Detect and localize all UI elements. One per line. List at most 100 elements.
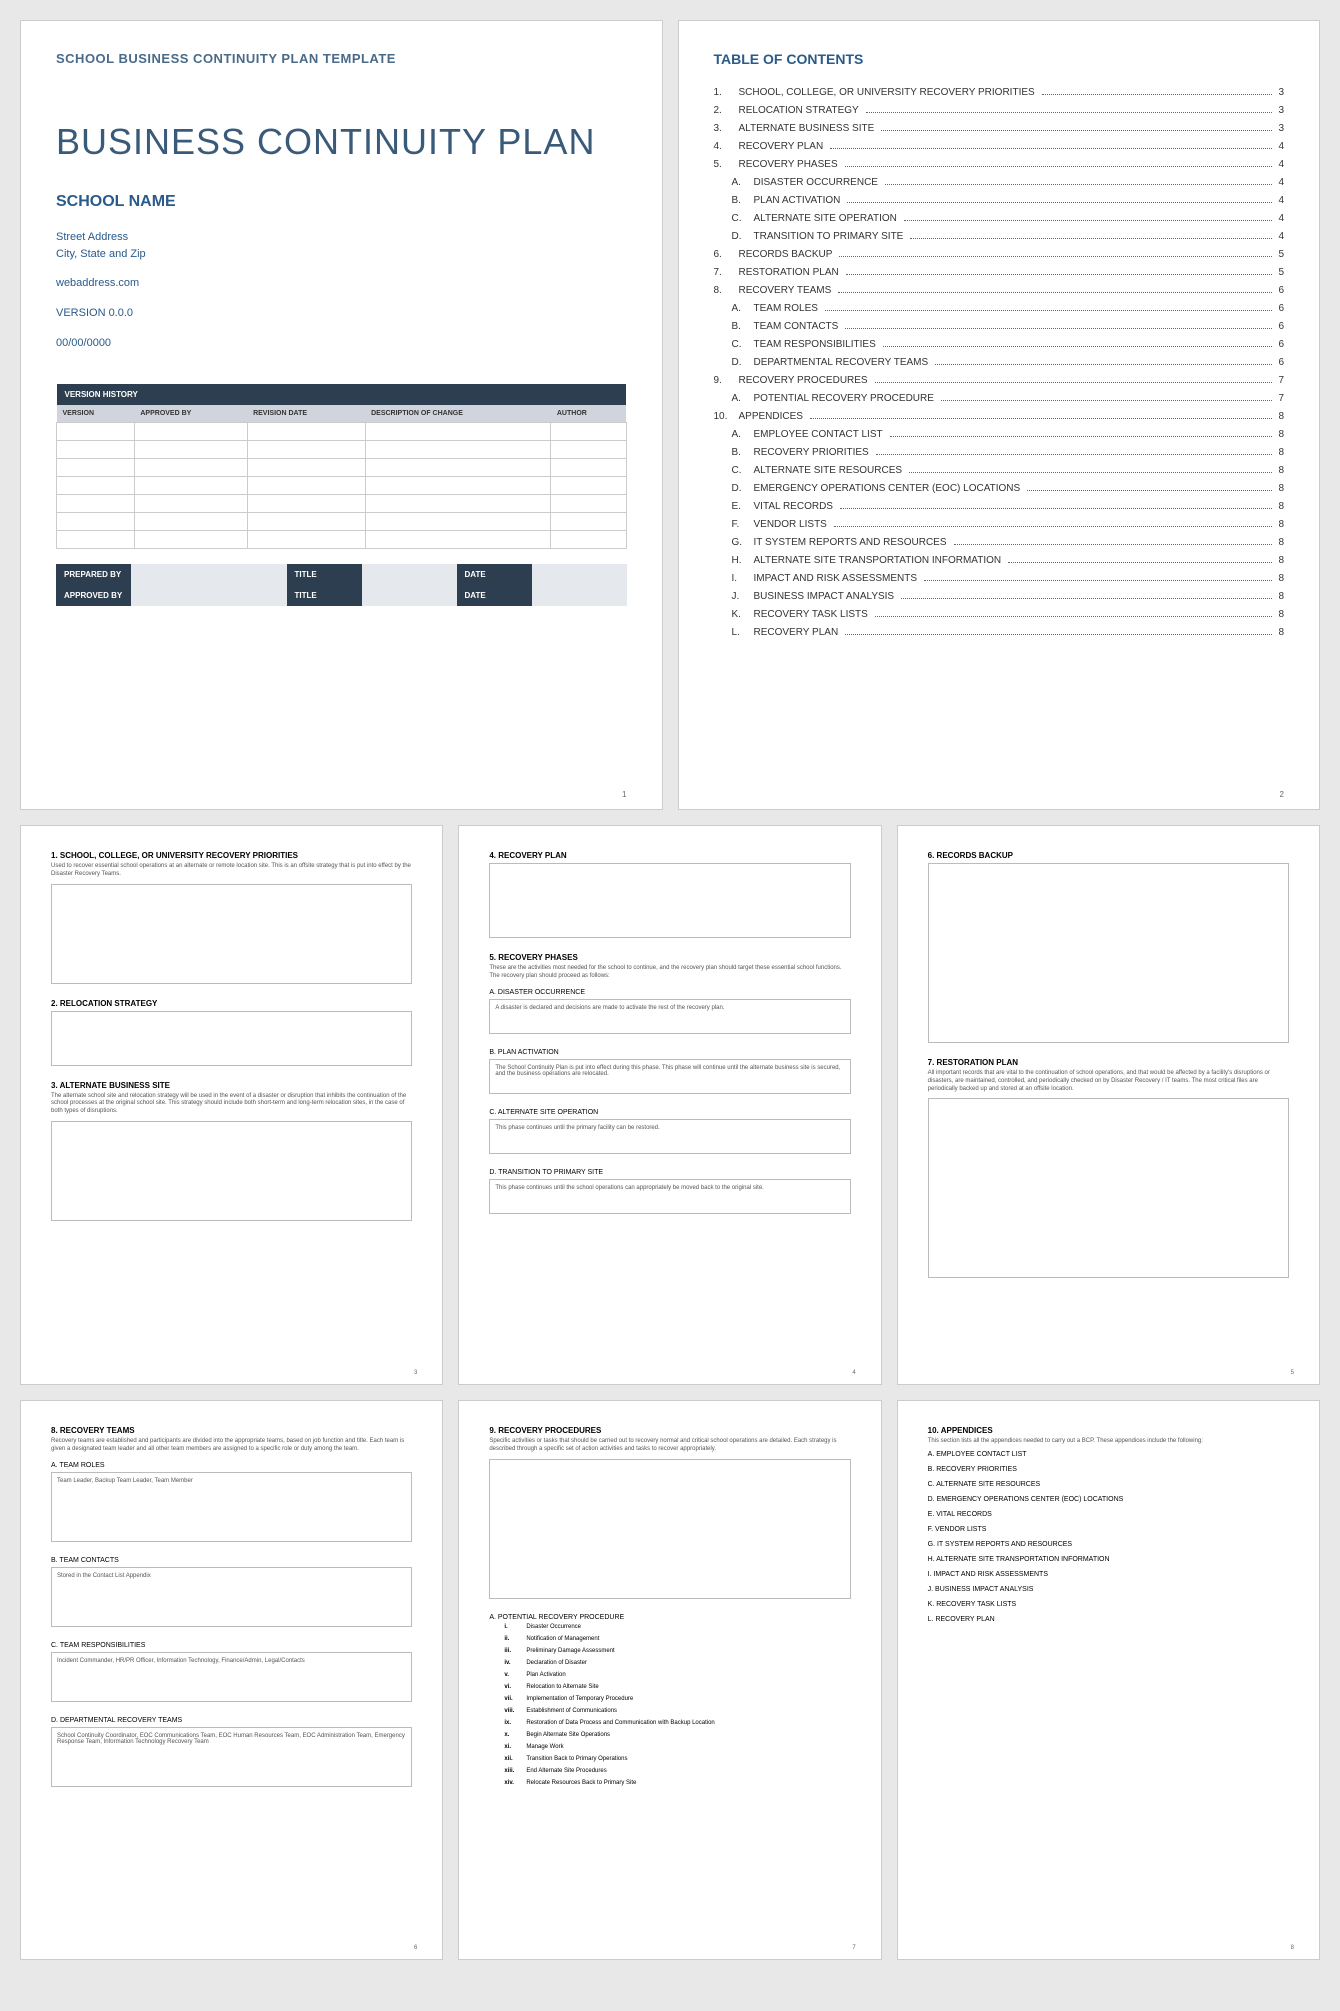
section-5-desc: These are the activities most needed for… bbox=[489, 965, 850, 981]
page-toc: TABLE OF CONTENTS 1.SCHOOL, COLLEGE, OR … bbox=[678, 20, 1321, 810]
section-8-desc: Recovery teams are established and parti… bbox=[51, 1438, 412, 1454]
toc-page: 3 bbox=[1275, 105, 1284, 116]
section-6-box bbox=[928, 863, 1289, 1043]
step-num: xiv. bbox=[504, 1780, 526, 1786]
step-text: Transition Back to Primary Operations bbox=[526, 1756, 627, 1762]
step-num: iii. bbox=[504, 1648, 526, 1654]
toc-label: RECOVERY TEAMS bbox=[739, 285, 836, 296]
toc-item: 6.RECORDS BACKUP5 bbox=[714, 249, 1285, 260]
toc-label: ALTERNATE SITE OPERATION bbox=[754, 213, 901, 224]
phase-b-box: The School Continuity Plan is put into e… bbox=[489, 1059, 850, 1094]
toc-label: APPENDICES bbox=[739, 411, 807, 422]
toc-dots bbox=[890, 436, 1273, 437]
sig-approved-value bbox=[131, 585, 287, 606]
toc-label: DISASTER OCCURRENCE bbox=[754, 177, 882, 188]
toc-item: D.TRANSITION TO PRIMARY SITE4 bbox=[714, 231, 1285, 242]
version-label: VERSION 0.0.0 bbox=[56, 307, 627, 319]
toc-num: H. bbox=[714, 555, 754, 566]
toc-item: 4.RECOVERY PLAN4 bbox=[714, 141, 1285, 152]
toc-num: D. bbox=[714, 231, 754, 242]
toc-page: 4 bbox=[1275, 213, 1284, 224]
page-number: 5 bbox=[1291, 1370, 1294, 1376]
sig-date-label2: DATE bbox=[457, 585, 532, 606]
toc-page: 4 bbox=[1275, 141, 1284, 152]
team-b-box: Stored in the Contact List Appendix bbox=[51, 1567, 412, 1627]
toc-num: K. bbox=[714, 609, 754, 620]
section-5-title: 5. RECOVERY PHASES bbox=[489, 953, 850, 962]
toc-label: RECORDS BACKUP bbox=[739, 249, 837, 260]
sig-date-value2 bbox=[532, 585, 627, 606]
toc-item: A.EMPLOYEE CONTACT LIST8 bbox=[714, 429, 1285, 440]
toc-page: 5 bbox=[1275, 249, 1284, 260]
toc-label: SCHOOL, COLLEGE, OR UNIVERSITY RECOVERY … bbox=[739, 87, 1039, 98]
toc-page: 8 bbox=[1275, 501, 1284, 512]
toc-num: B. bbox=[714, 321, 754, 332]
toc-dots bbox=[941, 400, 1273, 401]
toc-num: 9. bbox=[714, 375, 739, 386]
step-text: Implementation of Temporary Procedure bbox=[526, 1696, 633, 1702]
step-num: v. bbox=[504, 1672, 526, 1678]
step-num: xii. bbox=[504, 1756, 526, 1762]
toc-item: A.POTENTIAL RECOVERY PROCEDURE7 bbox=[714, 393, 1285, 404]
toc-item: L.RECOVERY PLAN8 bbox=[714, 627, 1285, 638]
section-10-desc: This section lists all the appendices ne… bbox=[928, 1438, 1289, 1446]
phase-a-box: A disaster is declared and decisions are… bbox=[489, 999, 850, 1034]
toc-page: 6 bbox=[1275, 321, 1284, 332]
toc-num: I. bbox=[714, 573, 754, 584]
toc-num: 8. bbox=[714, 285, 739, 296]
toc-label: TEAM ROLES bbox=[754, 303, 822, 314]
toc-page: 8 bbox=[1275, 483, 1284, 494]
toc-page: 8 bbox=[1275, 537, 1284, 548]
toc-dots bbox=[909, 472, 1272, 473]
toc-label: ALTERNATE SITE RESOURCES bbox=[754, 465, 907, 476]
toc-dots bbox=[1042, 94, 1273, 95]
toc-num: B. bbox=[714, 447, 754, 458]
step-text: Relocation to Alternate Site bbox=[526, 1684, 598, 1690]
address-line1: Street Address bbox=[56, 229, 627, 246]
toc-item: C.ALTERNATE SITE OPERATION4 bbox=[714, 213, 1285, 224]
toc-page: 4 bbox=[1275, 231, 1284, 242]
toc-dots bbox=[1008, 562, 1272, 563]
appendix-item: A. EMPLOYEE CONTACT LIST bbox=[928, 1451, 1289, 1458]
toc-dots bbox=[830, 148, 1272, 149]
appendix-item: L. RECOVERY PLAN bbox=[928, 1616, 1289, 1623]
section-3-desc: The alternate school site and relocation… bbox=[51, 1093, 412, 1116]
toc-num: F. bbox=[714, 519, 754, 530]
team-c-title: C. TEAM RESPONSIBILITIES bbox=[51, 1642, 412, 1649]
toc-dots bbox=[881, 130, 1272, 131]
step-num: x. bbox=[504, 1732, 526, 1738]
toc-label: RECOVERY TASK LISTS bbox=[754, 609, 872, 620]
main-title: BUSINESS CONTINUITY PLAN bbox=[56, 121, 627, 163]
toc-dots bbox=[834, 526, 1273, 527]
procedure-step: vii.Implementation of Temporary Procedur… bbox=[504, 1696, 850, 1702]
toc-page: 8 bbox=[1275, 519, 1284, 530]
step-num: xi. bbox=[504, 1744, 526, 1750]
toc-num: A. bbox=[714, 303, 754, 314]
toc-dots bbox=[876, 454, 1273, 455]
section-2-box bbox=[51, 1011, 412, 1066]
sig-title-label: TITLE bbox=[287, 564, 362, 585]
toc-page: 8 bbox=[1275, 465, 1284, 476]
toc-page: 8 bbox=[1275, 627, 1284, 638]
toc-dots bbox=[954, 544, 1273, 545]
toc-item: E.VITAL RECORDS8 bbox=[714, 501, 1285, 512]
address-line2: City, State and Zip bbox=[56, 246, 627, 263]
toc-dots bbox=[883, 346, 1273, 347]
sig-prepared-label: PREPARED BY bbox=[56, 564, 131, 585]
section-9-desc: Specific activities or tasks that should… bbox=[489, 1438, 850, 1454]
toc-item: D.DEPARTMENTAL RECOVERY TEAMS6 bbox=[714, 357, 1285, 368]
team-a-title: A. TEAM ROLES bbox=[51, 1462, 412, 1469]
version-history-table: VERSION HISTORY VERSION APPROVED BY REVI… bbox=[56, 384, 627, 549]
step-text: Establishment of Communications bbox=[526, 1708, 617, 1714]
appendix-item: K. RECOVERY TASK LISTS bbox=[928, 1601, 1289, 1608]
toc-item: D.EMERGENCY OPERATIONS CENTER (EOC) LOCA… bbox=[714, 483, 1285, 494]
page-number: 6 bbox=[414, 1945, 417, 1951]
school-name: SCHOOL NAME bbox=[56, 193, 627, 211]
toc-item: C.ALTERNATE SITE RESOURCES8 bbox=[714, 465, 1285, 476]
toc-dots bbox=[866, 112, 1273, 113]
section-10-title: 10. APPENDICES bbox=[928, 1426, 1289, 1435]
procedure-step: v.Plan Activation bbox=[504, 1672, 850, 1678]
team-d-title: D. DEPARTMENTAL RECOVERY TEAMS bbox=[51, 1717, 412, 1724]
phase-c-box: This phase continues until the primary f… bbox=[489, 1119, 850, 1154]
page-number: 8 bbox=[1291, 1945, 1294, 1951]
